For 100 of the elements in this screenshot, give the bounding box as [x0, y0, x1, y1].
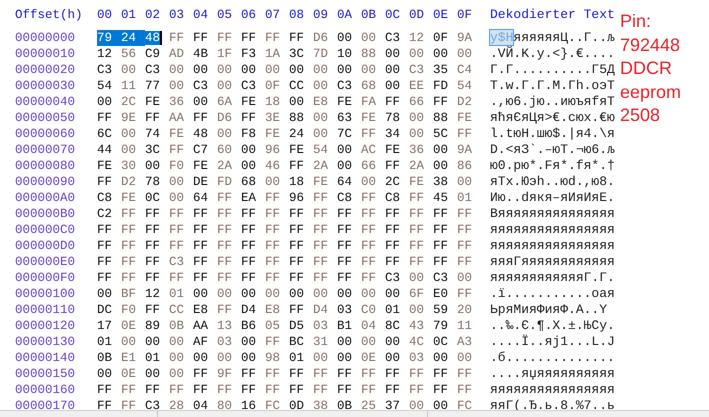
byte-cell: FF [289, 223, 304, 237]
byte-cell: 00 [121, 127, 136, 141]
byte-cell: C3 [169, 255, 184, 269]
decoded-text: яТx.Юэh..юd.,ю8. [490, 174, 615, 189]
byte-cell: FE [121, 191, 136, 205]
decoded-text: T.w.Г.Г.М.Гh.оэT [490, 78, 615, 93]
byte-cell: 00 [169, 191, 184, 205]
byte-cell: 12 [409, 31, 424, 45]
byte-cell: 00 [337, 351, 352, 365]
byte-cell: FF [361, 239, 376, 253]
byte-cell: 54 [457, 79, 472, 93]
byte-cell: FF [145, 255, 160, 269]
column-header: 0D [409, 8, 424, 22]
byte-cell: FF [217, 223, 232, 237]
byte-cell: 01 [457, 191, 472, 205]
byte-cell: FF [145, 239, 160, 253]
byte-cell: 6C [97, 127, 112, 141]
byte-cell: 00 [193, 63, 208, 77]
byte-cell: C3 [409, 63, 424, 77]
byte-cell: FF [433, 207, 448, 221]
byte-cell: 00 [313, 63, 328, 77]
column-header: 09 [313, 8, 328, 22]
byte-cell: 13 [217, 319, 232, 333]
offset-cell-text: 00000130 [15, 334, 76, 350]
byte-cell: FF [361, 367, 376, 381]
byte-cell: 2A [217, 159, 232, 173]
byte-cell: 00 [217, 351, 232, 365]
byte-cell: FF [385, 383, 400, 397]
byte-cell: C2 [97, 207, 112, 221]
column-header: 08 [289, 8, 304, 22]
byte-cell: FA [361, 95, 376, 109]
byte-cell: D4 [241, 303, 256, 317]
byte-cell: 00 [169, 351, 184, 365]
byte-cell: 9A [457, 143, 472, 157]
byte-cell: FF [385, 367, 400, 381]
offset-cell-text: 00000170 [15, 398, 76, 414]
byte-cell: C3 [385, 31, 400, 45]
byte-cell: C3 [385, 271, 400, 285]
byte-cell: 96 [289, 191, 304, 205]
byte-cell: D6 [217, 111, 232, 125]
byte-cell: 00 [169, 63, 184, 77]
byte-cell: 00 [337, 31, 352, 45]
byte-cell: FF [145, 383, 160, 397]
byte-cell: 0E [361, 351, 376, 365]
byte-cell: 88 [433, 111, 448, 125]
decoded-text: яяяяяяяяяяяяяяяя [490, 222, 615, 237]
byte-cell: B6 [241, 319, 256, 333]
byte-cell: 86 [457, 159, 472, 173]
byte-cell: 00 [409, 399, 424, 413]
offset-cell-text: 00000040 [15, 94, 76, 110]
byte-cell: FF [265, 223, 280, 237]
column-header: 00 [97, 8, 112, 22]
byte-cell: FE [97, 159, 112, 173]
byte-cell: FF [433, 95, 448, 109]
byte-cell: 9A [457, 31, 472, 45]
offset-cell-text: 00000100 [15, 286, 76, 302]
byte-cell: FF [337, 207, 352, 221]
byte-cell: C3 [337, 79, 352, 93]
byte-cell: FF [409, 255, 424, 269]
byte-cell: 79 [433, 319, 448, 333]
byte-cell: 00 [97, 287, 112, 301]
byte-cell: F3 [241, 47, 256, 61]
offset-cell-text: 00000080 [15, 158, 76, 174]
offset-cell-text: 000000A0 [15, 190, 76, 206]
byte-cell: FF [265, 255, 280, 269]
byte-cell: FF [265, 31, 280, 45]
byte-cell: FF [193, 367, 208, 381]
byte-cell: FF [457, 367, 472, 381]
byte-cell: 00 [385, 47, 400, 61]
byte-cell: 00 [409, 111, 424, 125]
offset-cell-text: 00000020 [15, 62, 76, 78]
byte-cell: FF [385, 95, 400, 109]
decoded-text: яяяГяяяяяяяяяяяя [490, 254, 615, 269]
byte-cell: FF [241, 271, 256, 285]
byte-cell: FF [169, 383, 184, 397]
byte-cell: FF [169, 31, 184, 45]
decoded-text: ....яџяяяяяяяяяя [490, 366, 615, 381]
byte-cell: FE [193, 159, 208, 173]
byte-cell: 00 [385, 335, 400, 349]
byte-cell: FF [385, 223, 400, 237]
byte-cell: FC [457, 399, 472, 413]
byte-cell: AD [169, 47, 184, 61]
byte-cell: 78 [385, 111, 400, 125]
byte-cell: FF [313, 207, 328, 221]
byte-cell: FF [361, 255, 376, 269]
byte-cell: FF [265, 367, 280, 381]
byte-cell: FF [289, 239, 304, 253]
byte-cell: 44 [97, 143, 112, 157]
byte-cell: FF [145, 271, 160, 285]
byte-cell: C0 [361, 303, 376, 317]
byte-cell: FF [337, 367, 352, 381]
byte-cell: A3 [457, 335, 472, 349]
byte-cell: 00 [217, 63, 232, 77]
byte-cell: FF [97, 175, 112, 189]
byte-cell: 00 [433, 399, 448, 413]
byte-cell: 64 [337, 175, 352, 189]
offset-cell-text: 00000000 [15, 30, 76, 46]
decoded-text: Ию..dякя–яИяИяE. [490, 190, 615, 205]
byte-cell: FF [241, 367, 256, 381]
byte-cell: FF [337, 383, 352, 397]
